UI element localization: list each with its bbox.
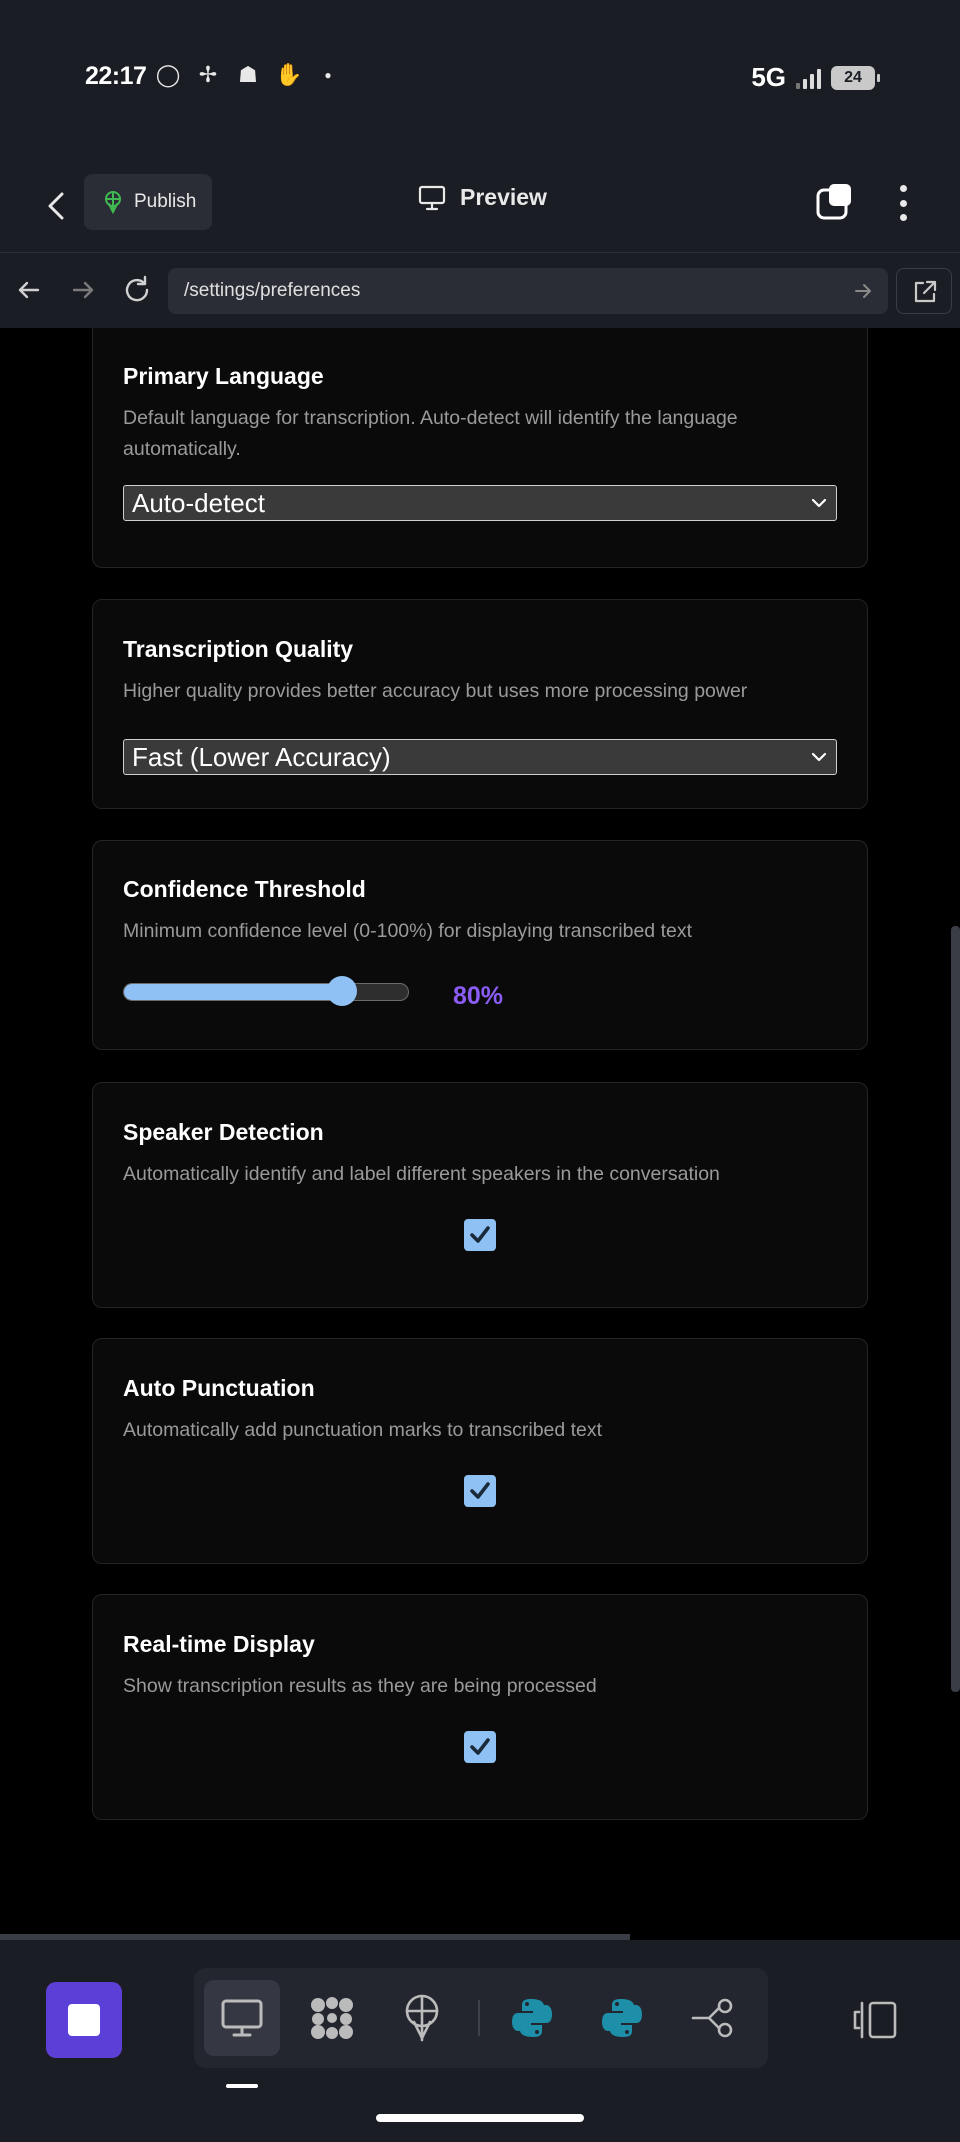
primary-language-description: Default language for transcription. Auto…: [123, 407, 738, 460]
transcription-quality-value: Fast (Lower Accuracy): [132, 742, 391, 772]
notification-icons: ◯ ✢ ☗ ✋ ●: [155, 62, 341, 88]
dot: [899, 199, 907, 207]
whatsapp-icon: ◯: [155, 62, 181, 87]
status-bar: 22:17 ◯ ✢ ☗ ✋ ● 5G 24: [0, 0, 960, 160]
publish-icon: [105, 191, 121, 214]
checkmark-icon: [470, 1226, 490, 1243]
deploy-tool-button[interactable]: [384, 1980, 460, 2056]
python-tool-button-1[interactable]: [494, 1980, 570, 2056]
tabs-button[interactable]: [815, 182, 855, 222]
url-input[interactable]: /settings/preferences: [168, 268, 888, 314]
dot-icon: ●: [324, 68, 332, 82]
realtime-display-description: Show transcription results as they are b…: [123, 1675, 597, 1697]
checkmark-icon: [470, 1738, 490, 1755]
go-arrow-icon[interactable]: [852, 280, 874, 302]
publish-label: Publish: [134, 191, 197, 212]
checkmark-icon: [470, 1482, 490, 1499]
transcription-quality-title: Transcription Quality: [123, 636, 354, 662]
speaker-detection-description: Automatically identify and label differe…: [123, 1163, 720, 1185]
preview-toggle[interactable]: Preview: [418, 184, 547, 211]
chevron-left-icon: [48, 192, 64, 220]
confidence-threshold-card: Confidence Threshold Minimum confidence …: [92, 840, 868, 1050]
battery-icon: 24: [831, 65, 880, 90]
tool-group: [194, 1968, 768, 2068]
confidence-threshold-description: Minimum confidence level (0-100%) for di…: [123, 920, 693, 942]
more-options-button[interactable]: [890, 182, 916, 224]
toolbar-separator: [478, 2000, 480, 2036]
desktop-icon: [221, 1999, 263, 2037]
slider-fill: [124, 984, 343, 1000]
app-bar: Publish Preview: [0, 160, 960, 252]
home-indicator[interactable]: [376, 2114, 584, 2122]
sidebar-panel-icon: [853, 2001, 897, 2039]
reload-icon[interactable]: [120, 273, 154, 307]
confidence-slider[interactable]: [123, 976, 409, 1006]
dot: [899, 214, 907, 221]
stop-button[interactable]: [46, 1982, 122, 2058]
python-icon: [512, 1999, 552, 2037]
python-icon: [602, 1999, 642, 2037]
confidence-value: 80%: [453, 982, 504, 1010]
clock: 22:17: [85, 62, 147, 90]
speaker-detection-title: Speaker Detection: [123, 1119, 324, 1145]
share-tool-button[interactable]: [674, 1980, 750, 2056]
grid-tool-button[interactable]: [294, 1980, 370, 2056]
tabs-icon: [816, 184, 851, 220]
realtime-display-card: Real-time Display Show transcription res…: [92, 1594, 868, 1820]
network-type: 5G: [751, 62, 786, 92]
active-tab-indicator: [226, 2084, 258, 2088]
signal-icon: [796, 67, 821, 89]
primary-language-select[interactable]: Auto-detect: [123, 485, 837, 521]
desktop-tool-button[interactable]: [204, 1980, 280, 2056]
chevron-down-icon: [811, 498, 827, 508]
transcription-quality-card: Transcription Quality Higher quality pro…: [92, 599, 868, 809]
grid-icon: [311, 1997, 353, 2039]
snapchat-icon: ☗: [238, 62, 258, 87]
external-link-icon: [914, 280, 937, 303]
vertical-scrollbar[interactable]: [951, 926, 960, 1692]
panel-toggle-button[interactable]: [852, 2000, 898, 2040]
slack-icon: ✢: [198, 62, 218, 87]
auto-punctuation-description: Automatically add punctuation marks to t…: [123, 1419, 603, 1441]
deploy-icon: [405, 1994, 439, 2042]
auto-punctuation-title: Auto Punctuation: [123, 1375, 315, 1401]
dot: [899, 185, 907, 192]
python-tool-button-2[interactable]: [584, 1980, 660, 2056]
share-icon: [691, 1998, 733, 2038]
realtime-display-title: Real-time Display: [123, 1631, 315, 1657]
transcription-quality-description: Higher quality provides better accuracy …: [123, 680, 748, 702]
arrow-forward-icon[interactable]: [66, 273, 100, 307]
chevron-down-icon: [811, 752, 827, 762]
primary-language-value: Auto-detect: [132, 488, 265, 518]
monitor-icon: [418, 185, 446, 210]
auto-punctuation-checkbox[interactable]: [464, 1475, 496, 1507]
url-text: /settings/preferences: [184, 280, 361, 301]
settings-page: Primary Language Default language for tr…: [0, 328, 960, 1940]
open-external-button[interactable]: [896, 268, 952, 314]
url-bar: /settings/preferences: [0, 252, 960, 328]
slider-thumb[interactable]: [327, 976, 358, 1006]
hand-icon: ✋: [275, 62, 303, 87]
realtime-display-checkbox[interactable]: [464, 1731, 496, 1763]
back-button[interactable]: [38, 184, 74, 228]
primary-language-title: Primary Language: [123, 363, 324, 389]
speaker-detection-checkbox[interactable]: [464, 1219, 496, 1251]
confidence-threshold-title: Confidence Threshold: [123, 876, 366, 902]
transcription-quality-select[interactable]: Fast (Lower Accuracy): [123, 739, 837, 775]
primary-language-card: Primary Language Default language for tr…: [92, 328, 868, 568]
system-indicators: 5G 24: [751, 62, 880, 93]
publish-button[interactable]: Publish: [84, 174, 212, 230]
stop-icon: [68, 2004, 100, 2036]
arrow-back-icon[interactable]: [12, 273, 46, 307]
bottom-toolbar: [0, 1940, 960, 2142]
speaker-detection-card: Speaker Detection Automatically identify…: [92, 1082, 868, 1308]
preview-label: Preview: [460, 184, 547, 210]
auto-punctuation-card: Auto Punctuation Automatically add punct…: [92, 1338, 868, 1564]
